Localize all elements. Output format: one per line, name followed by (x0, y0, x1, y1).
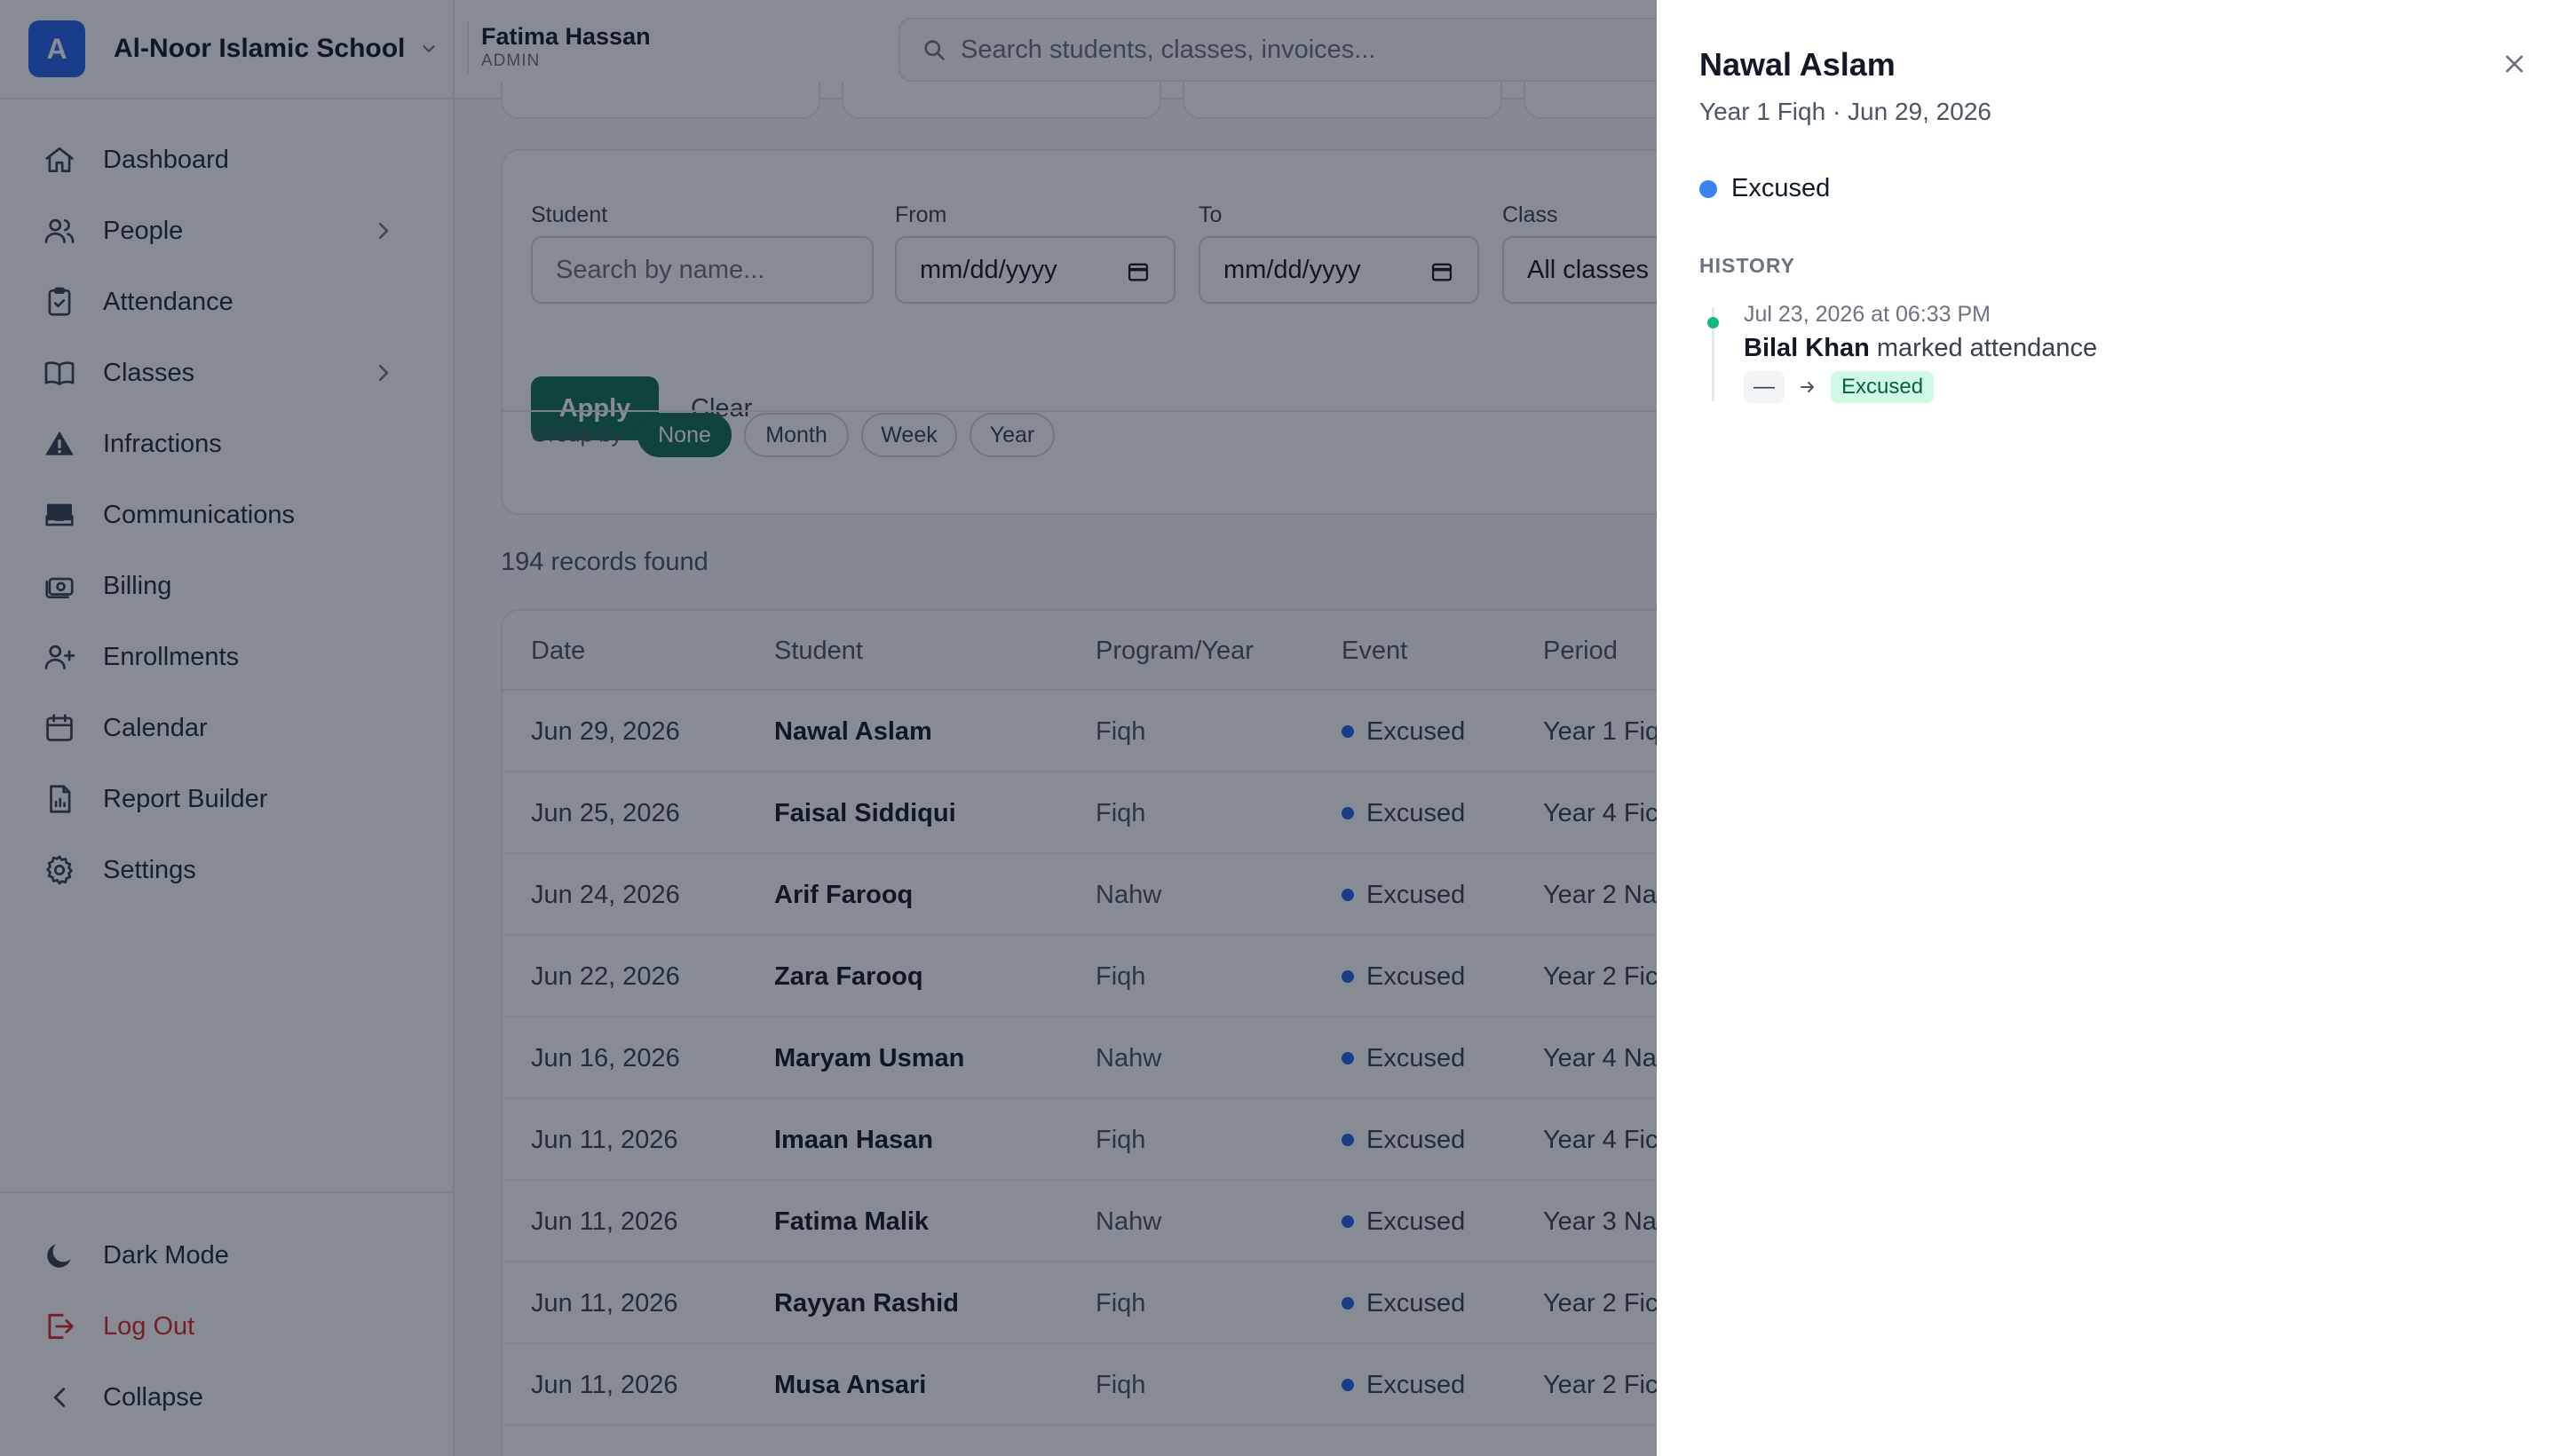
status-dot (1699, 179, 1717, 198)
history-heading: HISTORY (1699, 254, 1795, 277)
attendance-status: Excused (1699, 174, 1830, 203)
status-label: Excused (1731, 174, 1831, 202)
history-actor: Bilal Khan (1744, 334, 1870, 362)
close-icon (2506, 55, 2523, 73)
drawer-subtitle: Year 1 Fiqh · Jun 29, 2026 (1699, 98, 1991, 125)
timeline-dot (1707, 317, 1719, 328)
drawer-title: Nawal Aslam (1699, 46, 1896, 83)
previous-status-chip: — (1744, 371, 1785, 403)
history-change: — Excused (1744, 371, 1935, 403)
history-timestamp: Jul 23, 2026 at 06:33 PM (1744, 302, 1991, 327)
arrow-right-icon (1801, 382, 1814, 392)
history-action: marked attendance (1876, 334, 2098, 362)
new-status-chip: Excused (1831, 371, 1935, 403)
modal-backdrop[interactable] (0, 0, 1657, 1456)
close-drawer-button[interactable] (2497, 46, 2532, 82)
attendance-detail-drawer: Nawal Aslam Year 1 Fiqh · Jun 29, 2026 E… (1657, 0, 2557, 1456)
history-entry-text: Bilal Khan marked attendance (1744, 334, 2097, 363)
